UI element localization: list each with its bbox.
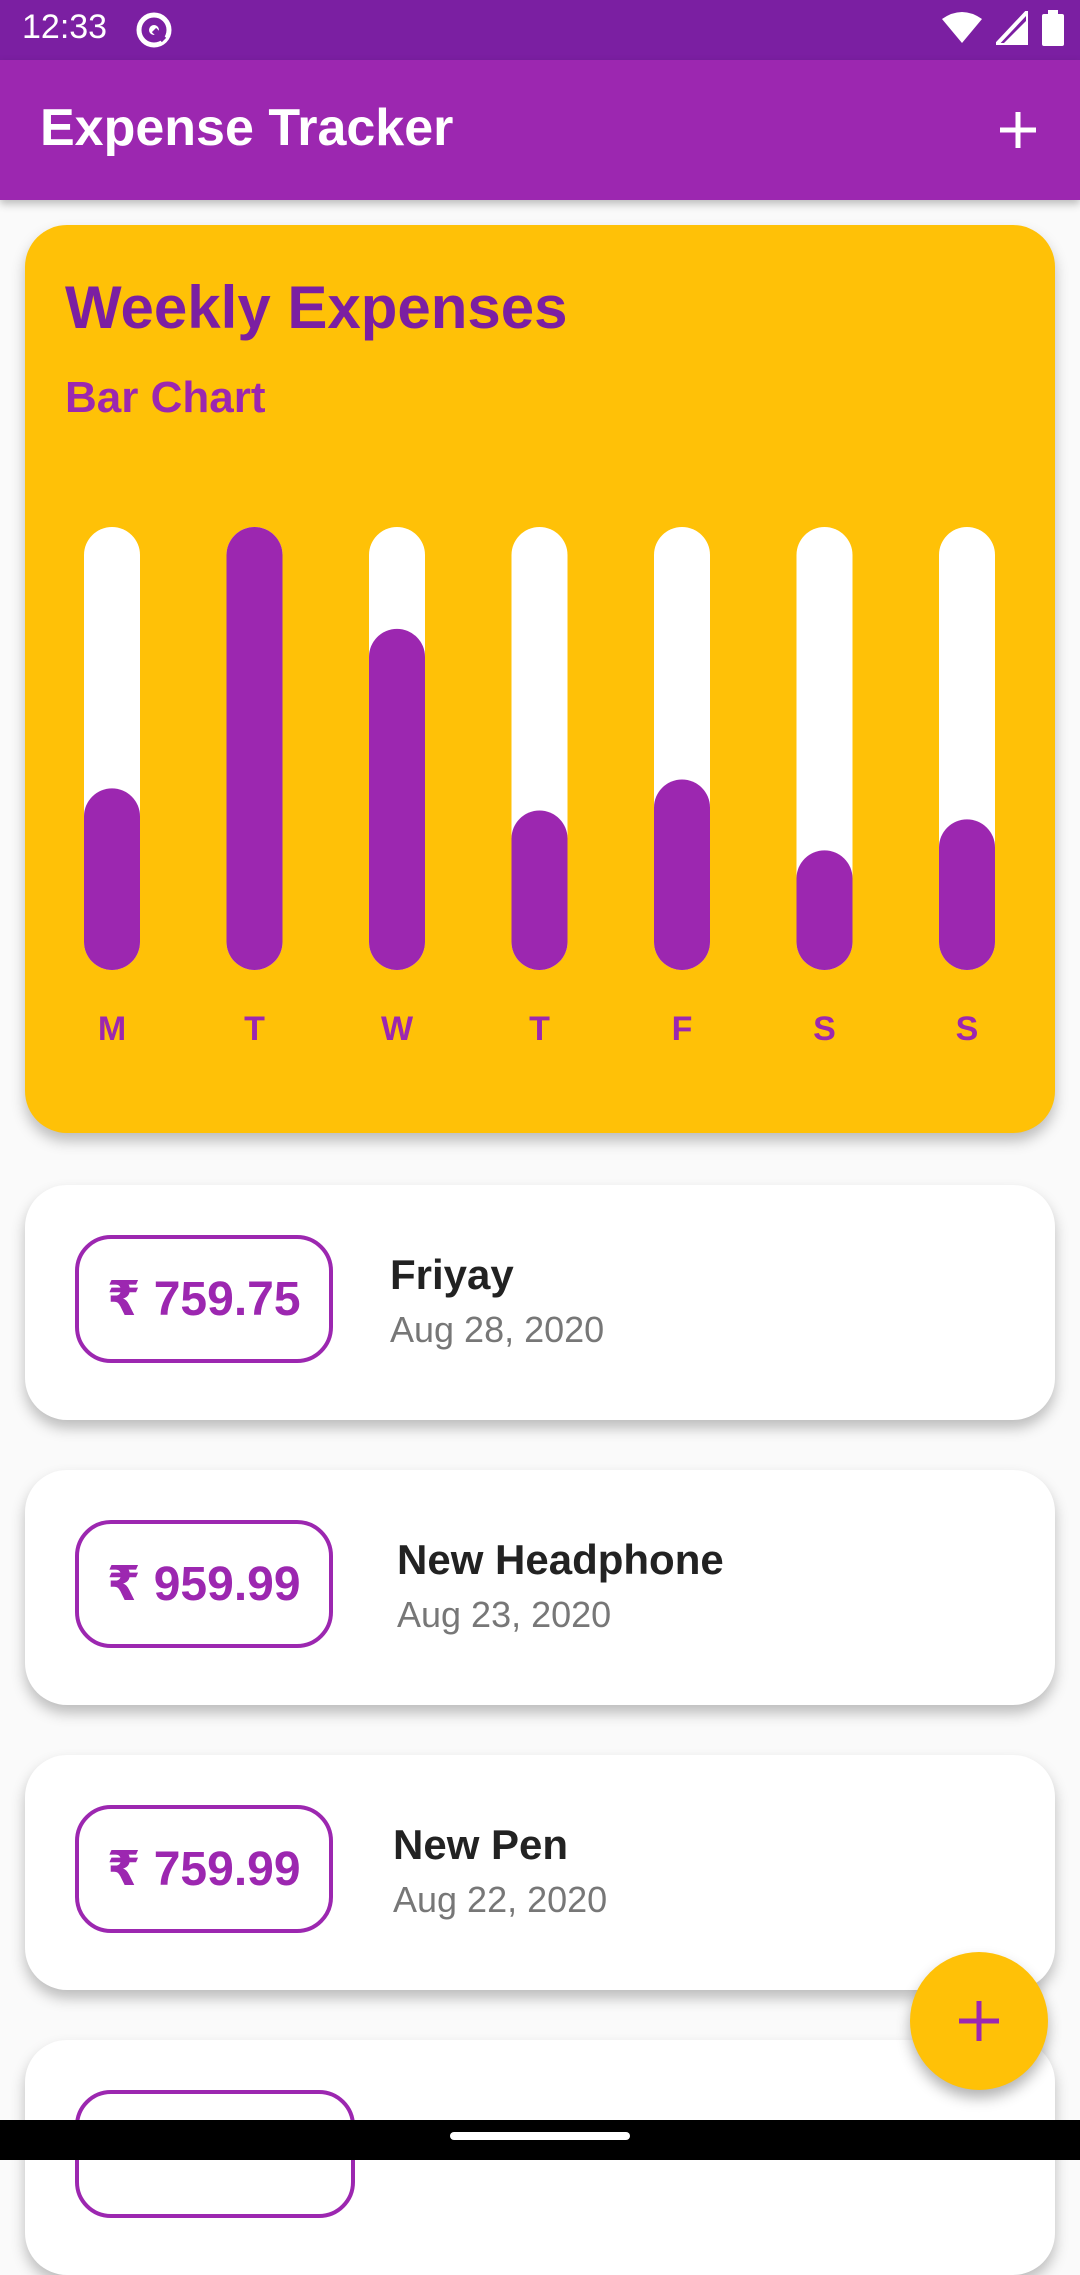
day-label: F [672, 1010, 693, 1048]
transaction-title: New Pen [393, 1821, 569, 1868]
day-label: T [244, 1010, 265, 1048]
bar-fill [654, 779, 710, 970]
wifi-icon [942, 12, 982, 43]
amount-badge: ₹ 959.99 [75, 1520, 333, 1648]
transaction-card[interactable]: ₹ 759.99 New Pen Aug 22, 2020 [25, 1755, 1055, 1990]
amount-badge: ₹ 759.75 [75, 1235, 333, 1363]
add-transaction-button[interactable] [978, 90, 1058, 170]
transaction-date: Aug 28, 2020 [390, 1309, 605, 1350]
transaction-card[interactable]: ₹ 759.75 Friyay Aug 28, 2020 [25, 1185, 1055, 1420]
bar-fill [796, 850, 853, 970]
day-label: S [956, 1010, 979, 1048]
at-sign-icon [136, 12, 172, 48]
system-nav-bar [0, 2120, 1080, 2160]
bar-fill [939, 819, 995, 970]
bar-fill [369, 628, 425, 970]
status-time: 12:33 [22, 8, 108, 46]
bar-fill [226, 527, 283, 970]
day-label: W [381, 1010, 414, 1048]
home-gesture-handle[interactable] [450, 2132, 630, 2140]
day-label: T [529, 1010, 550, 1048]
cell-signal-icon [996, 11, 1028, 45]
transaction-date: Aug 22, 2020 [393, 1879, 608, 1920]
transaction-card[interactable]: ₹ 959.99 New Headphone Aug 23, 2020 [25, 1470, 1055, 1705]
transaction-title: New Headphone [397, 1536, 724, 1583]
plus-icon [959, 2001, 999, 2041]
app-bar: Expense Tracker [0, 60, 1080, 200]
app-title: Expense Tracker [40, 99, 454, 157]
bar-fill [84, 788, 140, 970]
battery-icon [1042, 10, 1064, 46]
bar-fill [511, 810, 568, 970]
bar-chart: MTWTFSS [84, 527, 995, 1048]
day-label: S [813, 1010, 836, 1048]
status-bar: 12:33 [0, 0, 1080, 60]
add-fab-button[interactable] [910, 1952, 1048, 2090]
transaction-title: Friyay [390, 1251, 514, 1298]
weekly-chart-card: Weekly Expenses Bar Chart MTWTFSS [25, 225, 1055, 1133]
plus-icon [1000, 112, 1036, 148]
transaction-date: Aug 23, 2020 [397, 1594, 612, 1635]
day-label: M [98, 1010, 126, 1048]
amount-badge: ₹ 759.99 [75, 1805, 333, 1933]
